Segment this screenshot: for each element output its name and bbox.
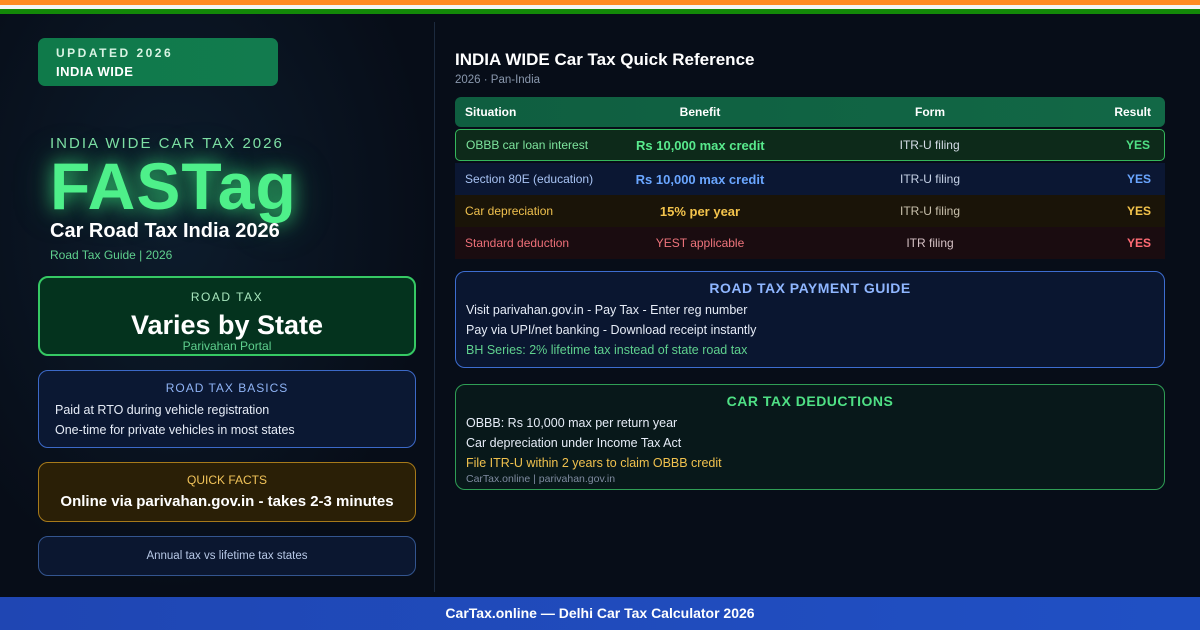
cell-form: ITR-U filing (899, 172, 960, 186)
column-divider (434, 22, 435, 592)
quick-facts-card: QUICK FACTS Online via parivahan.gov.in … (38, 462, 416, 522)
cell-benefit: 15% per year (659, 203, 741, 219)
road-tax-card: ROAD TAX Varies by State Parivahan Porta… (38, 276, 416, 356)
cell-situation: OBBB car loan interest (466, 138, 589, 152)
quick-facts-label: QUICK FACTS (186, 473, 267, 487)
road-tax-value: Varies by State (130, 310, 324, 340)
cell-form: ITR filing (906, 236, 954, 250)
deductions-panel: CAR TAX DEDUCTIONS OBBB: Rs 10,000 max p… (455, 384, 1165, 490)
hero-caption: Road Tax Guide | 2026 (50, 248, 173, 262)
cell-result: YES (1126, 172, 1151, 186)
deductions-line: OBBB: Rs 10,000 max per return year (466, 416, 678, 430)
reference-table: Situation Benefit Form Result OBBB car l… (455, 97, 1165, 259)
cell-benefit: Rs 10,000 max credit (636, 137, 765, 153)
cell-form: ITR-U filing (899, 138, 960, 152)
deductions-line: File ITR-U within 2 years to claim OBBB … (466, 456, 722, 470)
payment-guide-title: ROAD TAX PAYMENT GUIDE (709, 280, 911, 296)
cell-result: YES (1126, 236, 1151, 250)
table-row: Section 80E (education) Rs 10,000 max cr… (455, 163, 1165, 195)
quick-facts-value: Online via parivahan.gov.in - takes 2-3 … (60, 493, 394, 510)
header-result: Result (1114, 105, 1151, 119)
table-row: OBBB car loan interest Rs 10,000 max cre… (455, 129, 1165, 161)
header-form: Form (915, 105, 945, 119)
payment-guide-line: Visit parivahan.gov.in - Pay Tax - Enter… (466, 303, 748, 317)
note-text: Annual tax vs lifetime tax states (146, 550, 308, 562)
cell-benefit: YEST applicable (655, 236, 745, 250)
payment-guide-line: Pay via UPI/net banking - Download recei… (466, 323, 757, 337)
road-tax-label: ROAD TAX (190, 290, 264, 304)
tax-states-note-card: Annual tax vs lifetime tax states (38, 536, 416, 576)
hero-title: FASTag (50, 149, 297, 223)
cell-result: YES (1126, 138, 1151, 152)
cell-benefit: Rs 10,000 max credit (635, 171, 765, 187)
cell-situation: Section 80E (education) (465, 172, 594, 186)
badge-line-1: UPDATED 2026 (56, 46, 174, 60)
badge-line-2: INDIA WIDE (56, 64, 134, 79)
road-tax-basics-card: ROAD TAX BASICS Paid at RTO during vehic… (38, 370, 416, 448)
header-benefit: Benefit (679, 105, 721, 119)
payment-guide-panel: ROAD TAX PAYMENT GUIDE Visit parivahan.g… (455, 271, 1165, 368)
road-tax-caption: Parivahan Portal (182, 339, 272, 353)
basics-line: One-time for private vehicles in most st… (55, 423, 295, 437)
cell-situation: Car depreciation (465, 204, 554, 218)
basics-label: ROAD TAX BASICS (165, 381, 289, 395)
cell-result: YES (1126, 204, 1151, 218)
table-row: Standard deduction YEST applicable ITR f… (455, 227, 1165, 259)
updated-badge: UPDATED 2026 INDIA WIDE (38, 38, 278, 86)
cell-form: ITR-U filing (899, 204, 960, 218)
header-situation: Situation (465, 105, 517, 119)
payment-guide-line: BH Series: 2% lifetime tax instead of st… (466, 343, 748, 357)
reference-subtitle: 2026 · Pan-India (455, 74, 541, 86)
basics-line: Paid at RTO during vehicle registration (55, 403, 270, 417)
footer-bar: CarTax.online — Delhi Car Tax Calculator… (0, 597, 1200, 630)
deductions-source: CarTax.online | parivahan.gov.in (466, 473, 616, 485)
reference-title: INDIA WIDE Car Tax Quick Reference (455, 50, 755, 69)
cell-situation: Standard deduction (465, 236, 570, 250)
table-row: Car depreciation 15% per year ITR-U fili… (455, 195, 1165, 227)
deductions-line: Car depreciation under Income Tax Act (466, 436, 682, 450)
table-header: Situation Benefit Form Result (455, 97, 1165, 127)
hero-subtitle: Car Road Tax India 2026 (50, 220, 280, 242)
deductions-title: CAR TAX DEDUCTIONS (726, 393, 894, 409)
